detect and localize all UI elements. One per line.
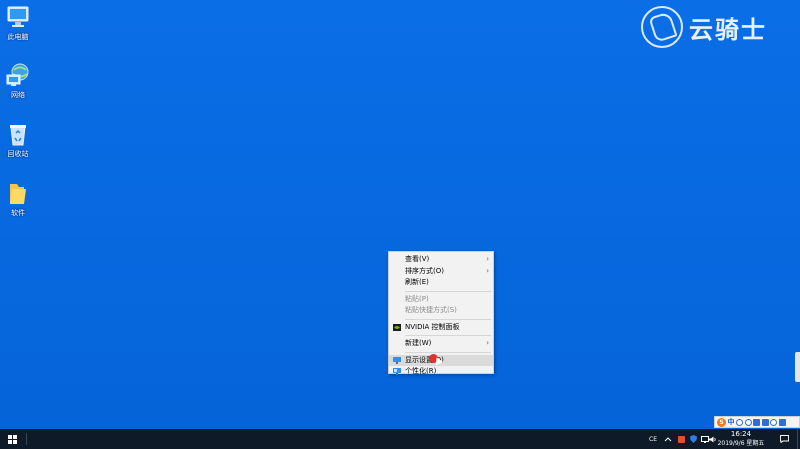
menu-item-label: 查看(V) [405,255,430,263]
emoji-icon[interactable] [744,418,752,426]
clock-date: 2019/9/6 星期五 [717,440,765,447]
action-center-button[interactable] [777,429,791,449]
desktop-context-menu: 查看(V) › 排序方式(O) › 刷新(E) 粘贴(P) 粘贴快捷方式(S) … [388,251,494,375]
taskbar-clock[interactable]: 16:24 2019/9/6 星期五 [716,430,766,448]
keyboard-icon[interactable] [761,418,769,426]
desktop-icon-software-folder[interactable]: 软件 [1,180,35,218]
menu-item-new[interactable]: 新建(W) › [389,338,493,350]
desktop-icon-label: 此电脑 [7,33,29,41]
desktop-icon-network[interactable]: 网络 [1,62,35,100]
yunqishi-watermark: 云骑士 [641,4,791,50]
skin-icon[interactable] [770,418,777,426]
menu-separator [405,351,491,353]
notification-icon [779,435,789,443]
menu-separator [405,290,491,292]
menu-item-paste-shortcut: 粘贴快捷方式(S) [389,305,493,317]
chevron-right-icon: › [486,339,489,347]
chevron-right-icon: › [486,255,489,263]
ime-toolbar[interactable]: S 中 [714,416,800,428]
knight-logo-icon [641,6,683,48]
desktop-icon-recycle-bin[interactable]: 回收站 [1,121,35,159]
menu-item-label: 刷新(E) [405,278,429,286]
microphone-icon[interactable] [753,418,760,426]
network-icon [5,62,31,88]
desktop-icon-label: 回收站 [7,150,29,158]
ime-mode-toggle[interactable]: 中 [728,417,735,427]
watermark-text: 云骑士 [689,15,767,44]
menu-item-label: 粘贴(P) [405,294,429,303]
show-hidden-icons-button[interactable] [662,429,674,449]
menu-separator [405,318,491,320]
app-tray-icon [678,435,685,443]
side-panel-handle[interactable] [795,352,800,382]
input-indicator-label: CE [649,435,657,443]
tray-security-icon[interactable] [688,429,699,449]
computer-icon [5,4,31,30]
taskbar-divider [26,433,27,445]
chevron-up-icon [664,437,672,442]
desktop-icon-label: 网络 [11,91,25,99]
menu-item-label: 排序方式(O) [405,266,444,275]
punctuation-icon[interactable] [736,418,743,426]
menu-item-sort-by[interactable]: 排序方式(O) › [389,266,493,278]
toolbox-icon[interactable] [778,418,786,426]
display-icon [393,356,401,364]
desktop-icon-label: 软件 [11,209,25,217]
menu-item-display-settings[interactable]: 显示设置(D) [389,353,493,366]
input-indicator[interactable]: CE [646,429,660,449]
shield-icon [690,435,697,443]
menu-item-label: 粘贴快捷方式(S) [405,306,457,314]
folder-icon [5,180,31,206]
menu-item-label: 新建(W) [405,339,432,347]
nvidia-icon [393,323,401,331]
clock-time: 16:24 [730,430,752,438]
start-button[interactable] [0,429,24,449]
menu-item-refresh[interactable]: 刷新(E) [389,277,493,289]
menu-item-label: NVIDIA 控制面板 [405,322,460,331]
tray-app-icon[interactable] [676,429,687,449]
windows-logo-icon [7,434,17,444]
menu-separator [405,335,491,336]
personalize-icon [393,368,401,375]
sogou-ime-icon[interactable]: S [717,417,726,427]
menu-item-paste: 粘贴(P) [389,294,493,306]
recycle-bin-icon [5,121,31,147]
menu-item-label: 个性化(R) [405,367,437,375]
menu-item-nvidia-control-panel[interactable]: NVIDIA 控制面板 [389,322,493,334]
menu-item-view[interactable]: 查看(V) › [389,254,493,266]
taskbar: CE 16:24 2019/9/6 星期五 [0,429,800,449]
chevron-right-icon: › [486,266,489,275]
menu-item-personalize[interactable]: 个性化(R) [389,366,493,378]
desktop-icon-this-pc[interactable]: 此电脑 [1,4,35,42]
